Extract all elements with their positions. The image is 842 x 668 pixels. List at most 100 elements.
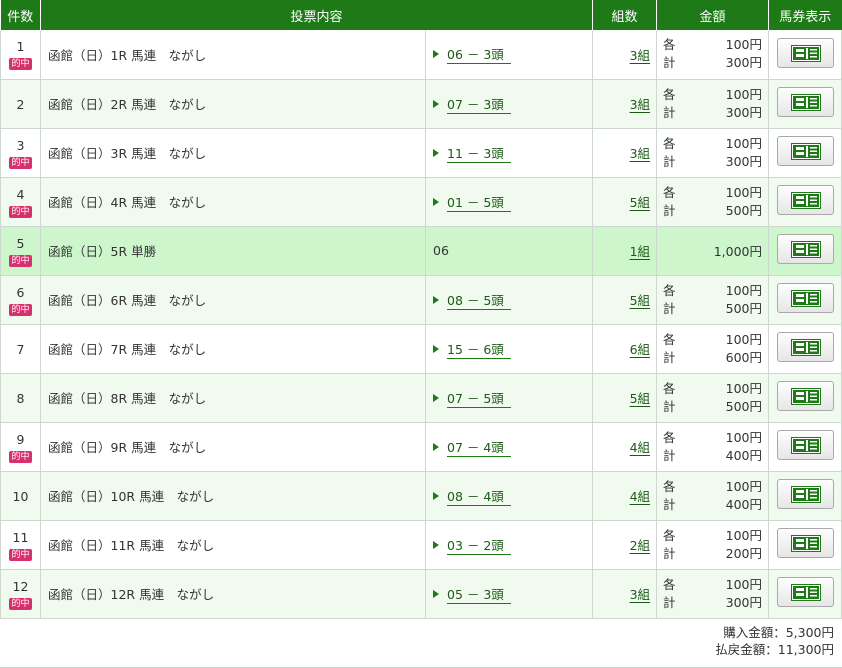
amount-total: 500円 bbox=[725, 398, 763, 414]
amount-each: 100円 bbox=[725, 527, 763, 543]
total-label: 計 bbox=[663, 594, 676, 610]
kumi-link[interactable]: 1組 bbox=[630, 244, 650, 259]
combo-link[interactable]: 07 － 3頭 bbox=[447, 94, 511, 114]
kumi-link[interactable]: 4組 bbox=[630, 489, 650, 504]
amount-total: 600円 bbox=[725, 349, 763, 365]
bet-content-cell: 函館（日）3R 馬連 ながし bbox=[40, 128, 426, 178]
each-label: 各 bbox=[663, 184, 676, 200]
show-ticket-button[interactable] bbox=[776, 381, 834, 411]
kumi-link[interactable]: 6組 bbox=[630, 342, 650, 357]
header-ticket: 馬券表示 bbox=[768, 0, 842, 30]
combo-link[interactable]: 03 － 2頭 bbox=[447, 535, 511, 555]
show-ticket-button[interactable] bbox=[776, 332, 834, 362]
row-number: 11 bbox=[12, 529, 29, 545]
amount-each: 100円 bbox=[725, 282, 763, 298]
total-label: 計 bbox=[663, 55, 676, 71]
kumi-link[interactable]: 5組 bbox=[630, 391, 650, 406]
amount-cell: 各 100円計 500円 bbox=[656, 177, 770, 227]
amount-each: 100円 bbox=[725, 380, 763, 396]
triangle-right-icon bbox=[433, 344, 439, 353]
amount-total: 400円 bbox=[725, 447, 763, 463]
each-label: 各 bbox=[663, 576, 676, 592]
ticket-cell bbox=[768, 520, 842, 570]
kumi-cell: 2組 bbox=[592, 520, 658, 570]
bet-detail-cell: 01 － 5頭 bbox=[425, 177, 594, 227]
header-count: 件数 bbox=[0, 0, 41, 30]
show-ticket-button[interactable] bbox=[776, 479, 834, 509]
total-label: 計 bbox=[663, 104, 676, 120]
combo-link[interactable]: 08 － 4頭 bbox=[447, 486, 511, 506]
table-row: 1 的中 函館（日）1R 馬連 ながし 06 － 3頭 3組各 100円計 300円 bbox=[0, 30, 842, 80]
hit-badge: 的中 bbox=[9, 303, 32, 316]
table-row: 8 函館（日）8R 馬連 ながし 07 － 5頭 5組各 100円計 500円 bbox=[0, 373, 842, 423]
kumi-link[interactable]: 2組 bbox=[630, 538, 650, 553]
table-row: 3 的中 函館（日）3R 馬連 ながし 11 － 3頭 3組各 100円計 300円 bbox=[0, 128, 842, 178]
amount-each: 100円 bbox=[725, 135, 763, 151]
show-ticket-button[interactable] bbox=[776, 87, 834, 117]
row-number-cell: 11 的中 bbox=[0, 520, 41, 570]
bet-content: 函館（日）7R 馬連 ながし bbox=[48, 342, 207, 357]
bet-content-cell: 函館（日）4R 馬連 ながし bbox=[40, 177, 426, 227]
table-row: 12 的中 函館（日）12R 馬連 ながし 05 － 3頭 3組各 100円計 300円 bbox=[0, 569, 842, 619]
show-ticket-button[interactable] bbox=[776, 577, 834, 607]
amount-cell: 各 100円計 300円 bbox=[656, 128, 770, 178]
amount-each: 100円 bbox=[725, 86, 763, 102]
each-label: 各 bbox=[663, 86, 676, 102]
kumi-cell: 3組 bbox=[592, 128, 658, 178]
ticket-cell bbox=[768, 373, 842, 423]
amount-each: 100円 bbox=[725, 331, 763, 347]
row-number-cell: 5 的中 bbox=[0, 226, 41, 276]
table-row: 11 的中 函館（日）11R 馬連 ながし 03 － 2頭 2組各 100円計 200円 bbox=[0, 520, 842, 570]
row-number: 9 bbox=[16, 431, 25, 447]
bet-content-cell: 函館（日）10R 馬連 ながし bbox=[40, 471, 426, 521]
bet-history: 件数 投票内容 組数 金額 馬券表示 1 的中 函館（日）1R 馬連 ながし 06 －… bbox=[0, 0, 842, 668]
show-ticket-button[interactable] bbox=[776, 136, 834, 166]
triangle-right-icon bbox=[433, 442, 439, 451]
bet-detail-cell: 15 － 6頭 bbox=[425, 324, 594, 374]
amount-cell: 各 100円計 200円 bbox=[656, 520, 770, 570]
kumi-link[interactable]: 5組 bbox=[630, 195, 650, 210]
amount-cell: 各 100円計 300円 bbox=[656, 569, 770, 619]
kumi-cell: 5組 bbox=[592, 275, 658, 325]
show-ticket-button[interactable] bbox=[776, 283, 834, 313]
show-ticket-button[interactable] bbox=[776, 37, 834, 68]
kumi-link[interactable]: 3組 bbox=[630, 587, 650, 602]
total-label: 計 bbox=[663, 447, 676, 463]
row-number: 4 bbox=[16, 186, 25, 202]
combo-link[interactable]: 07 － 4頭 bbox=[447, 437, 511, 457]
bet-detail-cell: 07 － 3頭 bbox=[425, 79, 594, 129]
combo-link[interactable]: 07 － 5頭 bbox=[447, 388, 511, 408]
row-number-cell: 10 bbox=[0, 471, 41, 521]
bet-content-cell: 函館（日）9R 馬連 ながし bbox=[40, 422, 426, 472]
bet-content-cell: 函館（日）1R 馬連 ながし bbox=[40, 30, 426, 80]
kumi-link[interactable]: 5組 bbox=[630, 293, 650, 308]
kumi-link[interactable]: 3組 bbox=[630, 146, 650, 161]
kumi-link[interactable]: 3組 bbox=[630, 48, 650, 63]
bet-content: 函館（日）3R 馬連 ながし bbox=[48, 146, 207, 161]
amount-each: 100円 bbox=[725, 184, 763, 200]
row-number-cell: 6 的中 bbox=[0, 275, 41, 325]
combo-link[interactable]: 11 － 3頭 bbox=[447, 143, 511, 163]
kumi-cell: 4組 bbox=[592, 422, 658, 472]
hit-badge: 的中 bbox=[9, 254, 32, 267]
combo-link[interactable]: 06 － 3頭 bbox=[447, 44, 511, 65]
amount-total: 300円 bbox=[725, 55, 763, 71]
triangle-right-icon bbox=[433, 295, 439, 304]
show-ticket-button[interactable] bbox=[776, 430, 834, 460]
combo-link[interactable]: 01 － 5頭 bbox=[447, 192, 511, 212]
total-label: 計 bbox=[663, 300, 676, 316]
each-label: 各 bbox=[663, 135, 676, 151]
bet-content: 函館（日）10R 馬連 ながし bbox=[48, 489, 215, 504]
ticket-cell bbox=[768, 471, 842, 521]
show-ticket-button[interactable] bbox=[776, 528, 834, 558]
combo-link[interactable]: 08 － 5頭 bbox=[447, 290, 511, 310]
show-ticket-button[interactable] bbox=[776, 185, 834, 215]
kumi-link[interactable]: 4組 bbox=[630, 440, 650, 455]
amount-cell: 各 100円計 500円 bbox=[656, 275, 770, 325]
combo-link[interactable]: 15 － 6頭 bbox=[447, 339, 511, 359]
header-amount: 金額 bbox=[656, 0, 770, 30]
show-ticket-button[interactable] bbox=[776, 234, 834, 264]
kumi-link[interactable]: 3組 bbox=[630, 97, 650, 112]
bet-detail-cell: 05 － 3頭 bbox=[425, 569, 594, 619]
combo-link[interactable]: 05 － 3頭 bbox=[447, 584, 511, 604]
